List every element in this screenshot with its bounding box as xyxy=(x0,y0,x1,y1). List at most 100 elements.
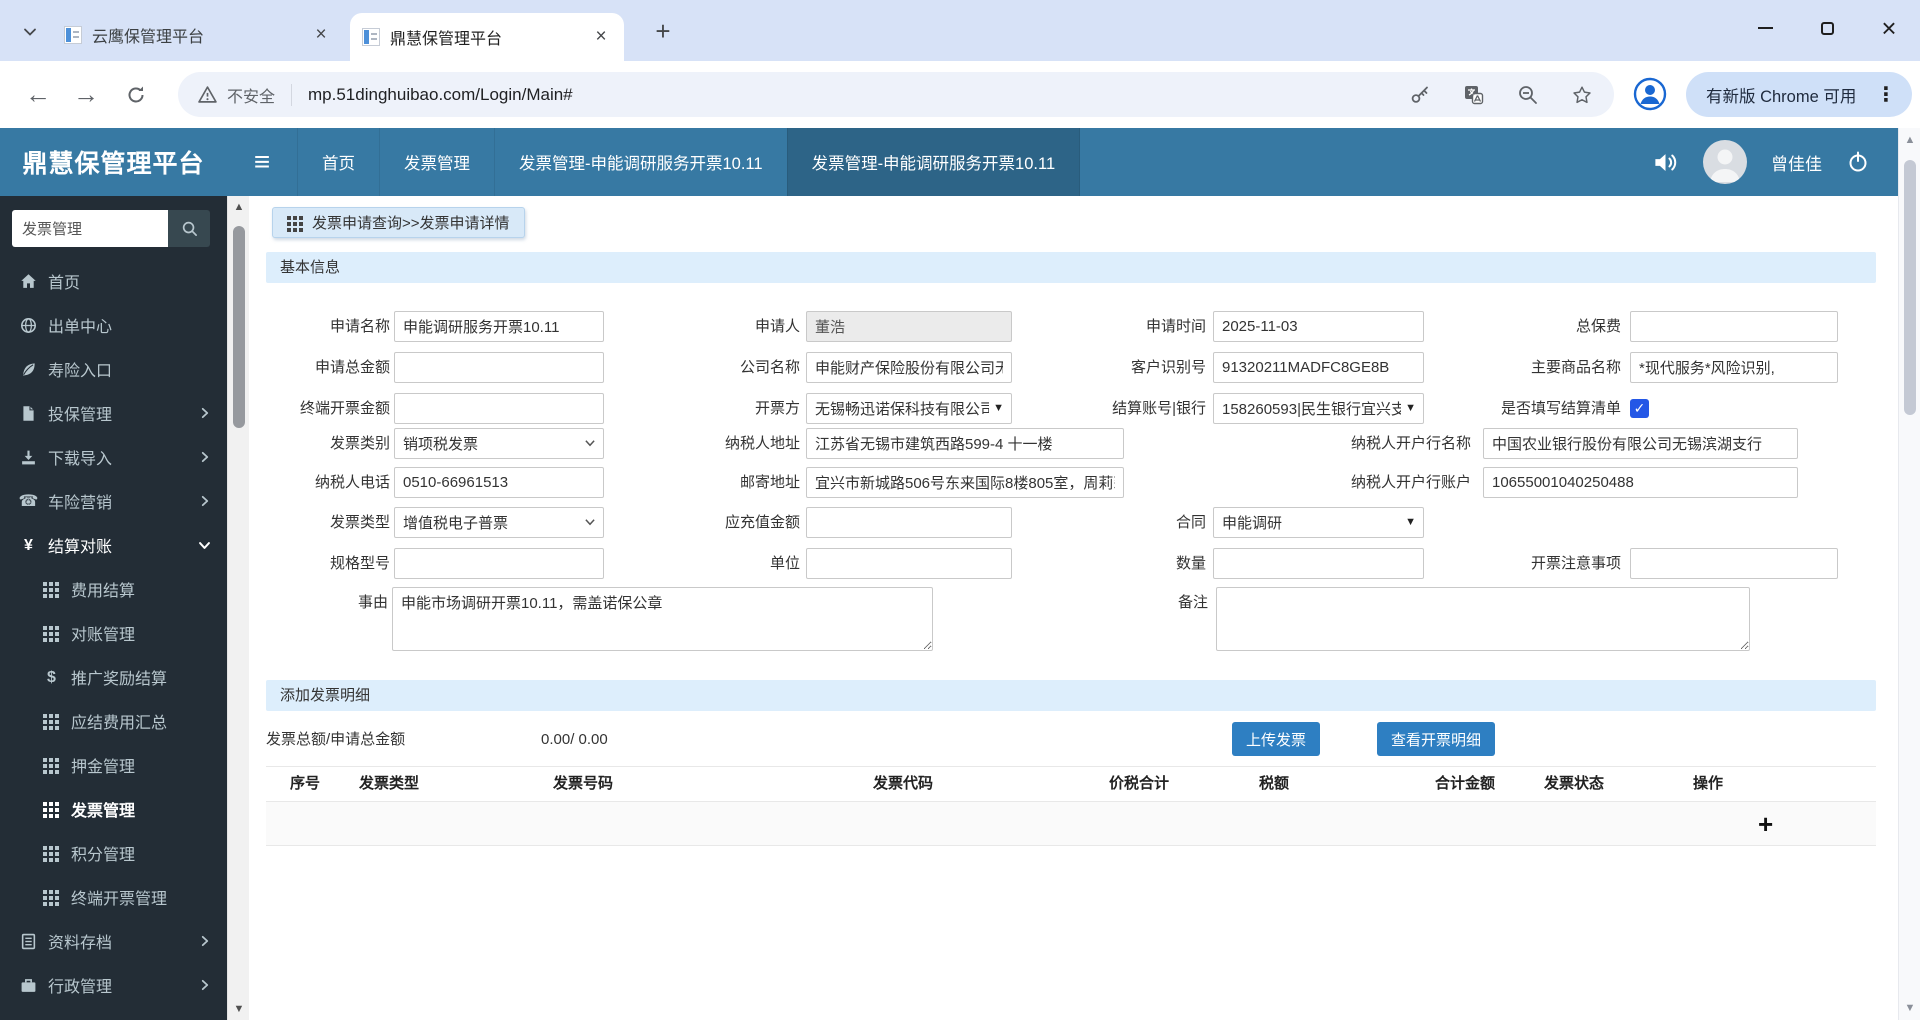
add-invoice-row-button[interactable]: + xyxy=(1758,802,1773,846)
user-avatar[interactable] xyxy=(1703,140,1747,184)
browser-tab-2-active[interactable]: 鼎慧保管理平台 × xyxy=(350,13,624,61)
new-tab-button[interactable]: + xyxy=(646,15,680,49)
url-text[interactable]: mp.51dinghuibao.com/Login/Main# xyxy=(308,85,573,105)
total-premium-input[interactable] xyxy=(1630,311,1838,342)
sidebar-item-policy-management[interactable]: 投保管理 xyxy=(0,391,227,435)
company-name-input[interactable] xyxy=(806,352,1012,383)
terminal-amount-input[interactable] xyxy=(394,393,604,424)
invoicer-dropdown[interactable]: 无锡畅迅诺保科技有限公司 ▼ xyxy=(806,393,1012,424)
sidebar-toggle-button[interactable]: ≡ xyxy=(227,128,297,196)
scroll-up-icon[interactable]: ▲ xyxy=(1899,134,1920,146)
spec-model-input[interactable] xyxy=(394,548,604,579)
remark-textarea[interactable] xyxy=(1216,587,1750,651)
sidebar-item-promotion-reward-settlement[interactable]: $ 推广奖励结算 xyxy=(0,655,227,699)
page-scrollbar[interactable]: ▲ ▼ xyxy=(1898,128,1920,1020)
taxpayer-address-input[interactable] xyxy=(806,428,1124,459)
view-invoice-detail-button[interactable]: 查看开票明细 xyxy=(1377,722,1496,756)
mailing-address-input[interactable] xyxy=(806,467,1124,498)
sidebar-item-payable-fee-summary[interactable]: 应结费用汇总 xyxy=(0,699,227,743)
zoom-icon[interactable] xyxy=(1516,83,1540,107)
sidebar-item-reconciliation-management[interactable]: 对账管理 xyxy=(0,611,227,655)
col-invoice-type: 发票类型 xyxy=(359,775,420,792)
browser-tab-strip: 云鹰保管理平台 × 鼎慧保管理平台 × + × xyxy=(0,0,1920,61)
bookmark-star-icon[interactable] xyxy=(1570,83,1594,107)
security-label[interactable]: 不安全 xyxy=(227,83,275,107)
apply-time-input[interactable] xyxy=(1213,311,1424,342)
window-close-button[interactable]: × xyxy=(1858,0,1920,56)
phone-icon: ☎ xyxy=(18,492,39,510)
browser-profile-icon[interactable] xyxy=(1630,74,1670,114)
window-minimize-button[interactable] xyxy=(1734,0,1796,56)
sidebar-item-life-insurance-entry[interactable]: 寿险入口 xyxy=(0,347,227,391)
reload-icon xyxy=(128,86,144,103)
customer-id-input[interactable] xyxy=(1213,352,1424,383)
apply-total-amount-input[interactable] xyxy=(394,352,604,383)
speaker-icon[interactable] xyxy=(1652,149,1679,176)
close-tab-icon[interactable]: × xyxy=(310,24,332,46)
sidebar-item-data-archive[interactable]: 资料存档 xyxy=(0,919,227,963)
col-total-with-tax: 价税合计 xyxy=(1109,775,1170,792)
chrome-update-button[interactable]: 有新版 Chrome 可用 ⋮ xyxy=(1686,72,1912,117)
forward-button[interactable]: → xyxy=(66,75,106,115)
content-scrollbar[interactable]: ▲ ▼ xyxy=(227,196,249,1020)
bank-name-input[interactable] xyxy=(1483,428,1798,459)
invoice-notes-input[interactable] xyxy=(1630,548,1838,579)
sidebar-item-administration[interactable]: 行政管理 xyxy=(0,963,227,1007)
nav-item-invoice-page-2-active[interactable]: 发票管理-申能调研服务开票10.11 xyxy=(786,128,1081,196)
taxpayer-phone-input[interactable] xyxy=(394,467,604,498)
address-bar[interactable]: 不安全 mp.51dinghuibao.com/Login/Main# xyxy=(178,72,1614,117)
password-key-icon[interactable] xyxy=(1408,83,1432,107)
yen-icon: ¥ xyxy=(24,536,33,554)
fill-settlement-checkbox[interactable]: ✓ xyxy=(1630,399,1649,418)
contract-dropdown[interactable]: 申能调研 ▼ xyxy=(1213,507,1424,538)
sidebar-item-home[interactable]: 首页 xyxy=(0,259,227,303)
sidebar-item-issue-center[interactable]: 出单中心 xyxy=(0,303,227,347)
browser-tab-1[interactable]: 云鹰保管理平台 × xyxy=(52,16,344,54)
sidebar-item-download-import[interactable]: 下载导入 xyxy=(0,435,227,479)
bank-account-input[interactable] xyxy=(1483,467,1798,498)
quantity-input[interactable] xyxy=(1213,548,1424,579)
main-product-input[interactable] xyxy=(1630,352,1838,383)
window-maximize-button[interactable] xyxy=(1796,0,1858,56)
settlement-account-dropdown[interactable]: 158260593|民生银行宜兴支行 ▼ xyxy=(1213,393,1424,424)
nav-item-home[interactable]: 首页 xyxy=(297,128,379,196)
select-chevron-icon xyxy=(584,437,596,449)
apply-name-input[interactable] xyxy=(394,311,604,342)
sidebar-item-settlement-reconciliation[interactable]: ¥ 结算对账 xyxy=(0,523,227,567)
reason-textarea[interactable]: 申能市场调研开票10.11，需盖诺保公章 xyxy=(392,587,933,651)
sidebar-search-button[interactable] xyxy=(168,210,210,247)
nav-item-invoice-page-1[interactable]: 发票管理-申能调研服务开票10.11 xyxy=(494,128,787,196)
username-label[interactable]: 曾佳佳 xyxy=(1771,150,1822,175)
breadcrumb[interactable]: 发票申请查询>>发票申请详情 xyxy=(272,207,525,238)
browser-menu-icon[interactable]: ⋮ xyxy=(1876,82,1896,107)
scrollbar-thumb[interactable] xyxy=(233,226,245,428)
sidebar-item-points-management[interactable]: 积分管理 xyxy=(0,831,227,875)
invoice-notes-label: 开票注意事项 xyxy=(1530,555,1621,572)
table-row: + xyxy=(266,802,1876,846)
unit-input[interactable] xyxy=(806,548,1012,579)
close-tab-icon[interactable]: × xyxy=(590,26,612,48)
scroll-down-icon[interactable]: ▼ xyxy=(228,1003,250,1015)
sidebar-item-invoice-management-active[interactable]: 发票管理 xyxy=(0,787,227,831)
invoice-category-select[interactable]: 销项税发票 xyxy=(394,428,604,459)
translate-icon[interactable] xyxy=(1462,83,1486,107)
nav-item-invoice-management[interactable]: 发票管理 xyxy=(379,128,494,196)
sidebar-item-terminal-invoice-management[interactable]: 终端开票管理 xyxy=(0,875,227,919)
upload-invoice-button[interactable]: 上传发票 xyxy=(1232,722,1321,756)
scroll-up-icon[interactable]: ▲ xyxy=(228,201,250,213)
terminal-amount-label: 终端开票金额 xyxy=(299,400,390,417)
sidebar-item-fee-settlement[interactable]: 费用结算 xyxy=(0,567,227,611)
recharge-amount-input[interactable] xyxy=(806,507,1012,538)
back-button[interactable]: ← xyxy=(18,75,58,115)
scrollbar-thumb[interactable] xyxy=(1904,160,1916,415)
invoice-type-select[interactable]: 增值税电子普票 xyxy=(394,507,604,538)
main-product-label: 主要商品名称 xyxy=(1530,359,1621,376)
scroll-down-icon[interactable]: ▼ xyxy=(1899,1002,1920,1014)
sidebar-item-deposit-management[interactable]: 押金管理 xyxy=(0,743,227,787)
sidebar-search-input[interactable] xyxy=(12,210,168,247)
logout-power-icon[interactable] xyxy=(1846,150,1870,174)
reload-button[interactable] xyxy=(116,75,156,115)
tab-search-button[interactable] xyxy=(16,18,44,46)
col-total-amount: 合计金额 xyxy=(1435,775,1496,792)
sidebar-item-auto-insurance-marketing[interactable]: ☎ 车险营销 xyxy=(0,479,227,523)
